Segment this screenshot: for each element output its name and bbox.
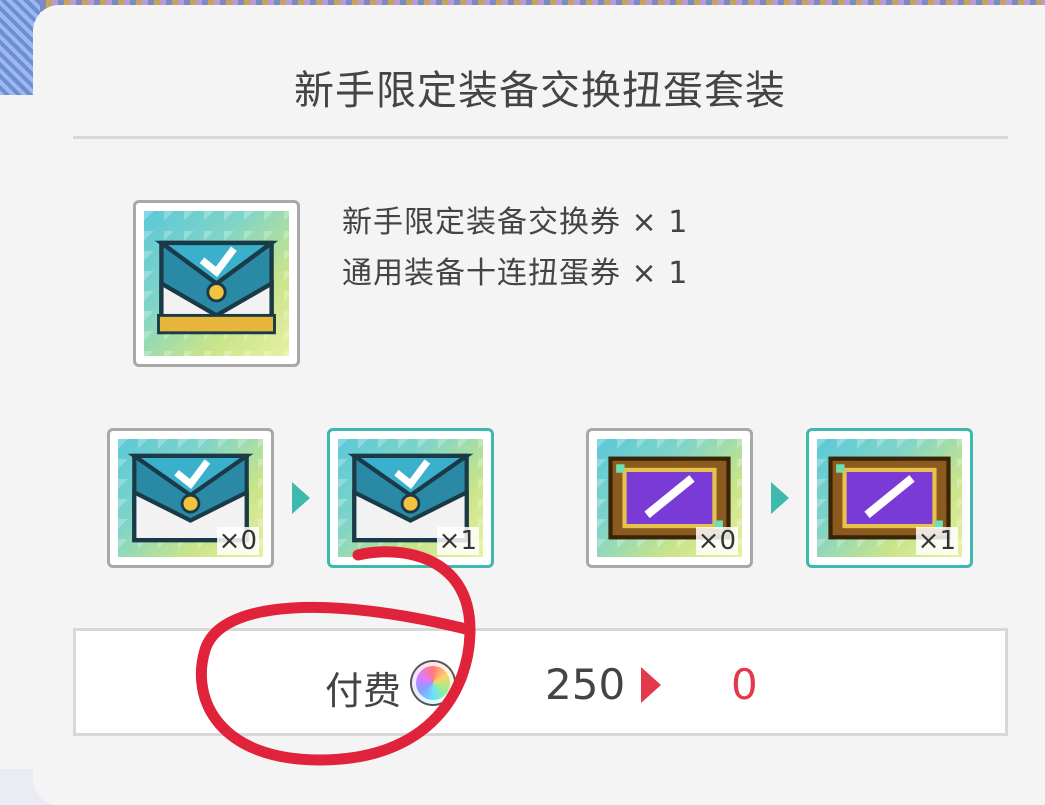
item-count-before: ×0: [695, 526, 738, 556]
envelope-ticket-before[interactable]: ×0: [107, 428, 274, 568]
sword-ticket-after[interactable]: ×1: [806, 428, 973, 568]
envelope-ticket-after[interactable]: ×1: [327, 428, 494, 568]
sword-ticket-before[interactable]: ×0: [586, 428, 753, 568]
cost-bar: [73, 628, 1008, 736]
package-content-2: 通用装备十连扭蛋券 × 1: [342, 256, 689, 291]
title-divider: [73, 136, 1008, 139]
cost-after-value: 0: [731, 660, 758, 709]
package-content-1: 新手限定装备交换券 × 1: [342, 205, 689, 240]
cost-current-value: 250: [545, 660, 626, 709]
item-count-after: ×1: [436, 526, 479, 556]
rainbow-gem-icon: [412, 662, 454, 704]
purple-sword-ticket-icon: ×1: [817, 439, 962, 557]
teal-envelope-ticket-icon: ×1: [338, 439, 483, 557]
exchange-arrow-icon: [292, 482, 310, 514]
purple-sword-ticket-icon: ×0: [597, 439, 742, 557]
teal-envelope-ticket-icon: ×0: [118, 439, 263, 557]
item-count-after: ×1: [915, 526, 958, 556]
teal-envelope-ticket-icon: [144, 211, 289, 356]
dialog-title: 新手限定装备交换扭蛋套装: [294, 68, 786, 114]
exchange-arrow-icon: [771, 482, 789, 514]
cost-label: 付费: [325, 669, 402, 713]
cost-arrow-icon: [641, 667, 661, 703]
item-count-before: ×0: [216, 526, 259, 556]
package-icon-frame[interactable]: [133, 200, 300, 367]
